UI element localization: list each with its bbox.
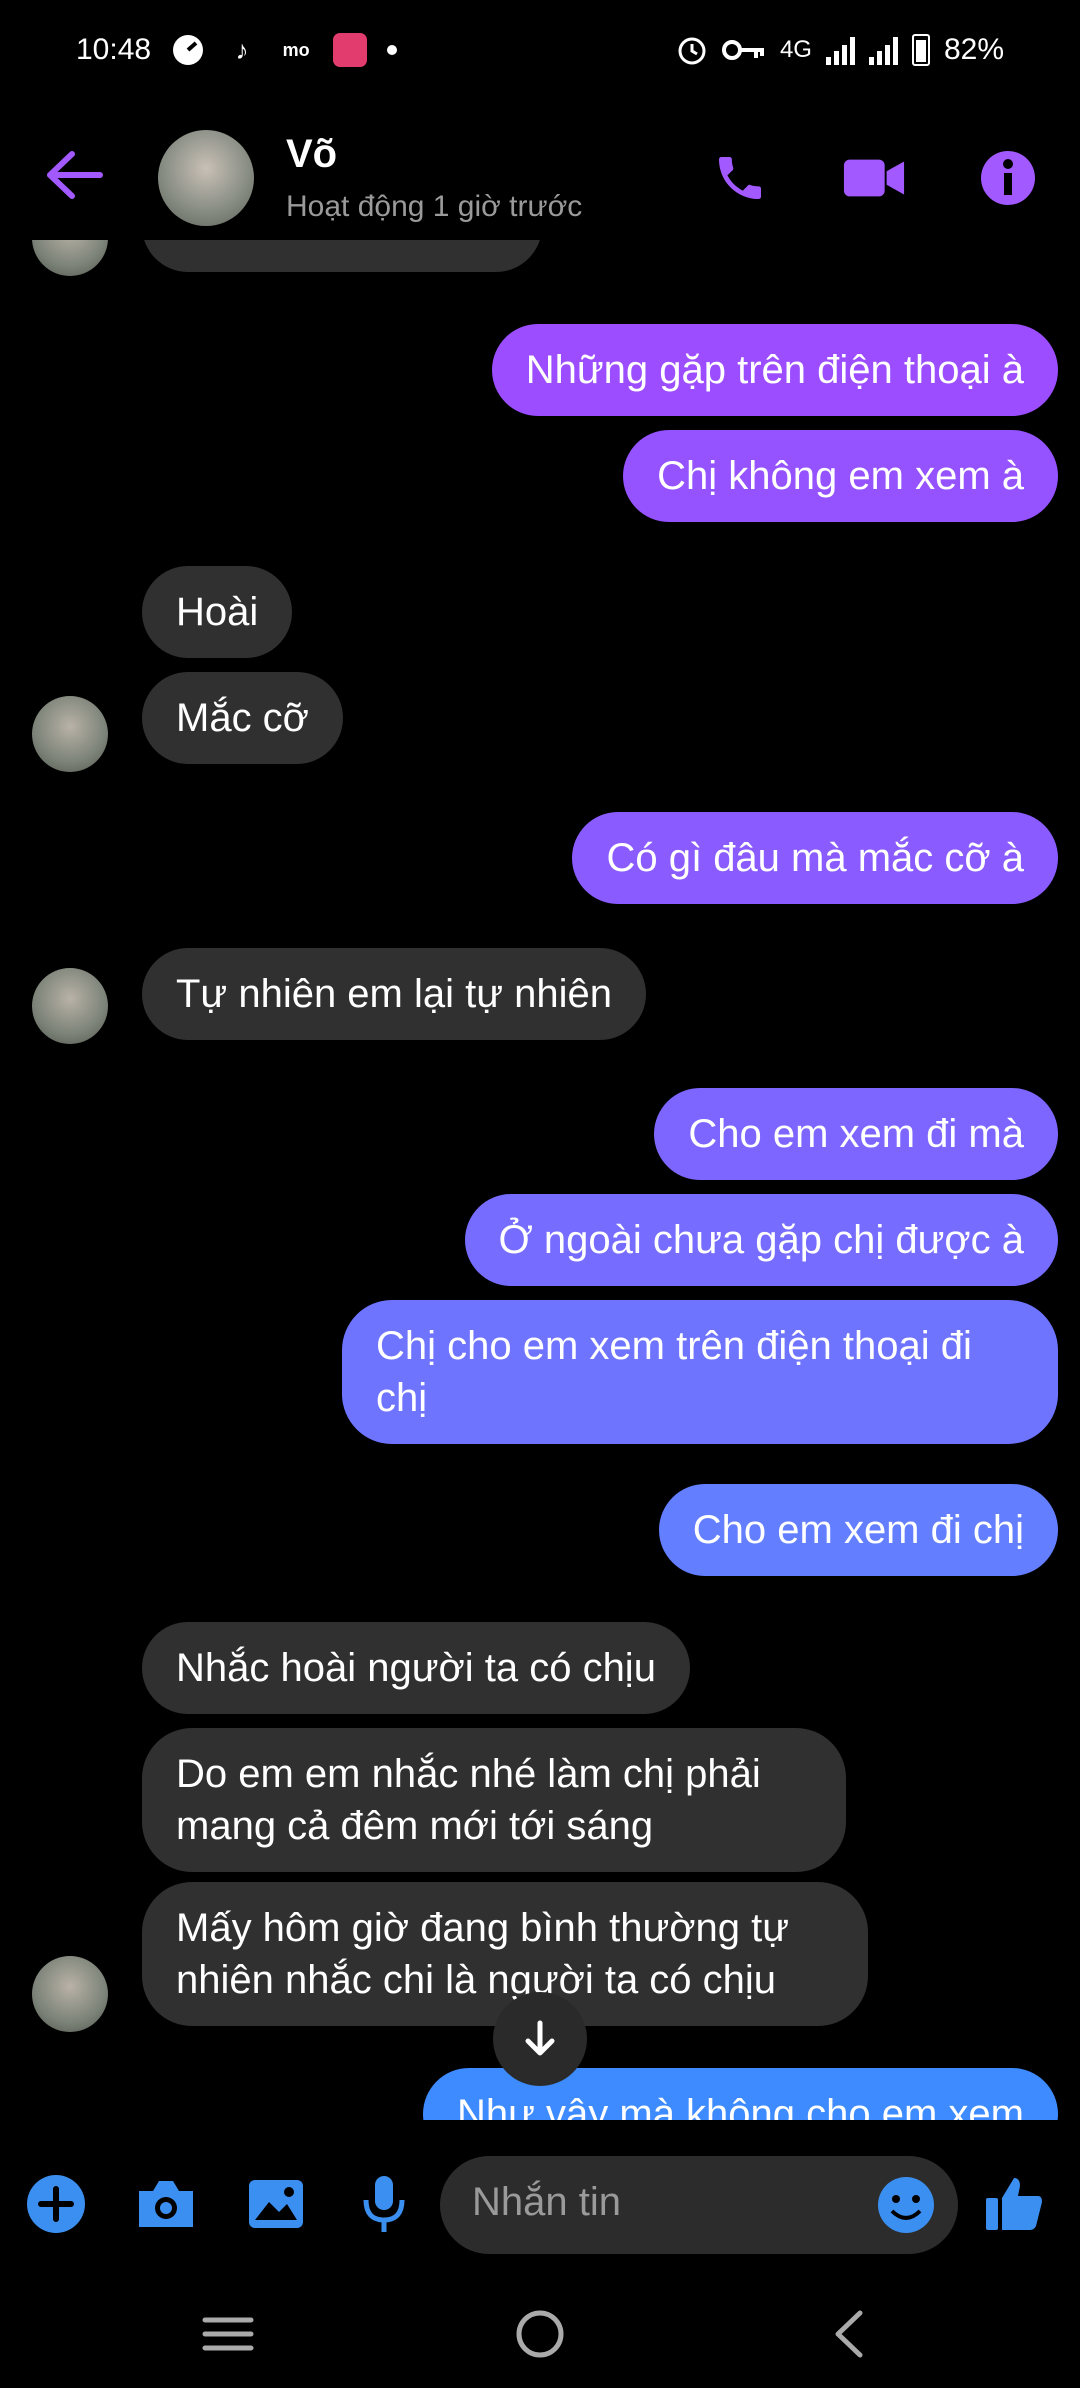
scroll-to-bottom-button[interactable] bbox=[493, 1992, 587, 2086]
contact-avatar-small bbox=[32, 968, 108, 1044]
vpn-key-icon bbox=[721, 40, 764, 60]
contact-name[interactable]: Võ bbox=[286, 132, 337, 177]
message-bubble-incoming[interactable]: Tự nhiên em lại tự nhiên bbox=[142, 948, 646, 1040]
message-composer: Nhắn tin bbox=[0, 2150, 1080, 2260]
image-icon bbox=[249, 2180, 303, 2228]
signal-icon-2 bbox=[868, 35, 898, 65]
menu-icon bbox=[202, 2317, 254, 2351]
message-bubble-outgoing[interactable]: Những gặp trên điện thoại à bbox=[491, 324, 1058, 416]
lazada-icon bbox=[333, 33, 368, 67]
home-icon bbox=[516, 2310, 564, 2358]
system-back-button[interactable] bbox=[816, 2302, 880, 2366]
header-actions bbox=[708, 146, 1040, 210]
gallery-button[interactable] bbox=[242, 2170, 310, 2238]
video-button[interactable] bbox=[842, 146, 906, 210]
contact-avatar[interactable] bbox=[158, 130, 254, 226]
phone-button[interactable] bbox=[708, 146, 772, 210]
conversation-header: Võ Hoạt động 1 giờ trước bbox=[0, 110, 1080, 240]
emoji-icon[interactable] bbox=[874, 2173, 938, 2237]
speed-icon bbox=[173, 35, 204, 65]
info-icon bbox=[981, 151, 1035, 205]
like-button[interactable] bbox=[980, 2170, 1048, 2238]
back-arrow-icon[interactable] bbox=[44, 150, 104, 200]
contact-avatar-small bbox=[32, 696, 108, 772]
status-bar: 10:48 ♪ mo 4G 82% bbox=[0, 0, 1080, 100]
contact-avatar-small bbox=[32, 1956, 108, 2032]
signal-icon bbox=[825, 35, 855, 65]
status-right: 4G 82% bbox=[676, 33, 1004, 67]
message-bubble-outgoing[interactable]: Có gì đâu mà mắc cỡ à bbox=[572, 812, 1058, 904]
notification-dot-icon bbox=[387, 45, 398, 55]
network-type: 4G bbox=[779, 36, 812, 63]
recents-button[interactable] bbox=[196, 2302, 260, 2366]
voice-button[interactable] bbox=[350, 2170, 418, 2238]
message-bubble-outgoing[interactable]: Cho em xem đi mà bbox=[654, 1088, 1058, 1180]
message-bubble-outgoing[interactable]: Cho em xem đi chị bbox=[658, 1484, 1058, 1576]
system-nav-bar bbox=[0, 2280, 1080, 2388]
message-bubble-partial bbox=[142, 240, 542, 272]
back-icon bbox=[835, 2310, 863, 2358]
camera-icon bbox=[139, 2181, 193, 2227]
momo-icon: mo bbox=[282, 40, 310, 60]
plus-button[interactable] bbox=[22, 2170, 90, 2238]
phone-icon bbox=[719, 157, 761, 199]
arrow-down-icon bbox=[525, 2020, 555, 2056]
home-button[interactable] bbox=[508, 2302, 572, 2366]
message-bubble-incoming[interactable]: Nhắc hoài người ta có chịu bbox=[142, 1622, 690, 1714]
message-bubble-outgoing[interactable]: Ở ngoài chưa gặp chị được à bbox=[464, 1194, 1058, 1286]
plus-icon bbox=[27, 2175, 85, 2233]
camera-button[interactable] bbox=[132, 2170, 200, 2238]
message-input[interactable]: Nhắn tin bbox=[440, 2156, 958, 2254]
like-icon bbox=[986, 2178, 1042, 2230]
message-bubble-incoming[interactable]: Hoài bbox=[142, 566, 293, 658]
info-button[interactable] bbox=[976, 146, 1040, 210]
contact-avatar-small bbox=[32, 240, 108, 276]
contact-activity: Hoạt động 1 giờ trước bbox=[286, 190, 583, 223]
message-bubble-outgoing[interactable]: Chị cho em xem trên điện thoại đi chị bbox=[342, 1300, 1058, 1444]
battery-level: 82% bbox=[943, 33, 1004, 66]
status-left: 10:48 ♪ mo bbox=[76, 33, 398, 67]
message-bubble-incoming[interactable]: Mấy hôm giờ đang bình thường tự nhiên nh… bbox=[142, 1882, 868, 2026]
video-icon bbox=[843, 159, 905, 197]
message-list[interactable]: Những gặp trên điện thoại à Chị không em… bbox=[0, 240, 1080, 2120]
mic-icon bbox=[363, 2176, 405, 2232]
alarm-icon bbox=[678, 37, 706, 65]
message-bubble-incoming[interactable]: Mắc cỡ bbox=[142, 672, 343, 764]
battery-icon bbox=[911, 34, 930, 66]
message-input-placeholder: Nhắn tin bbox=[472, 2180, 621, 2224]
tiktok-icon: ♪ bbox=[235, 35, 249, 65]
status-time: 10:48 bbox=[76, 33, 152, 66]
message-bubble-outgoing[interactable]: Chị không em xem à bbox=[623, 430, 1058, 522]
message-bubble-incoming[interactable]: Do em em nhắc nhé làm chị phải mang cả đ… bbox=[142, 1728, 846, 1872]
